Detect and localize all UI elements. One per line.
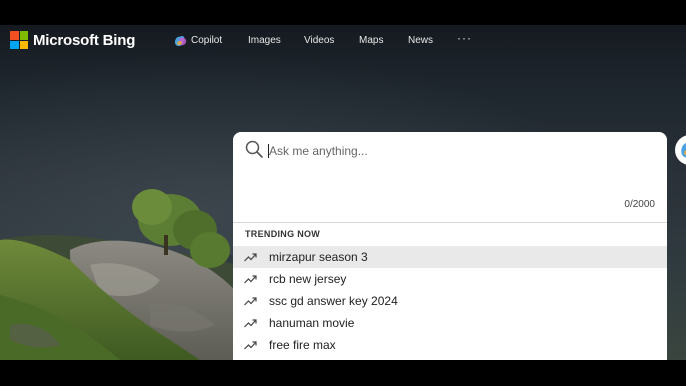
nav-item-news[interactable]: News bbox=[408, 35, 433, 46]
search-box: 0/2000 bbox=[233, 132, 667, 222]
nav-label-copilot: Copilot bbox=[191, 35, 223, 46]
trending-item-label: hanuman movie bbox=[269, 316, 355, 330]
nav-item-videos[interactable]: Videos bbox=[304, 35, 334, 46]
bing-logo[interactable]: Microsoft Bing bbox=[10, 31, 135, 49]
top-header: Microsoft Bing Copilot Images Videos Map… bbox=[0, 25, 686, 58]
copilot-icon bbox=[681, 143, 686, 158]
logo-tile-blue bbox=[10, 40, 19, 49]
nav-item-copilot[interactable]: Copilot bbox=[174, 35, 223, 47]
divider bbox=[233, 222, 667, 223]
logo-tile-red bbox=[10, 31, 19, 40]
trending-up-icon bbox=[244, 297, 257, 306]
brand-name: Microsoft Bing bbox=[33, 31, 136, 49]
trending-list: mirzapur season 3 rcb new jersey ssc gd … bbox=[233, 246, 667, 356]
nav-item-images[interactable]: Images bbox=[248, 35, 281, 46]
trending-heading: TRENDING NOW bbox=[245, 229, 321, 239]
search-panel: 0/2000 TRENDING NOW mirzapur season 3 bbox=[233, 132, 667, 360]
bing-homepage: Microsoft Bing Copilot Images Videos Map… bbox=[0, 25, 686, 360]
trending-item[interactable]: mirzapur season 3 bbox=[233, 246, 667, 268]
logo-tile-green bbox=[19, 31, 28, 40]
trending-item-label: mirzapur season 3 bbox=[269, 250, 368, 264]
trending-item[interactable]: ssc gd answer key 2024 bbox=[233, 290, 667, 312]
trending-item[interactable]: rcb new jersey bbox=[233, 268, 667, 290]
trending-item-label: rcb new jersey bbox=[269, 272, 347, 286]
copilot-icon bbox=[174, 36, 187, 47]
trending-item-label: ssc gd answer key 2024 bbox=[269, 294, 398, 308]
trending-up-icon bbox=[244, 319, 257, 328]
more-options-button[interactable]: ··· bbox=[457, 31, 472, 45]
microsoft-logo-icon bbox=[10, 31, 28, 49]
trending-up-icon bbox=[244, 275, 257, 284]
search-input[interactable] bbox=[269, 143, 649, 159]
trending-up-icon bbox=[244, 253, 257, 262]
trending-item[interactable]: free fire max bbox=[233, 334, 667, 356]
trending-item-label: free fire max bbox=[269, 338, 336, 352]
logo-tile-yellow bbox=[19, 40, 28, 49]
search-icon[interactable] bbox=[245, 140, 263, 158]
trending-item[interactable]: hanuman movie bbox=[233, 312, 667, 334]
trending-up-icon bbox=[244, 341, 257, 350]
character-counter: 0/2000 bbox=[624, 199, 655, 210]
nav-item-maps[interactable]: Maps bbox=[359, 35, 383, 46]
screen-frame: Microsoft Bing Copilot Images Videos Map… bbox=[0, 0, 686, 386]
